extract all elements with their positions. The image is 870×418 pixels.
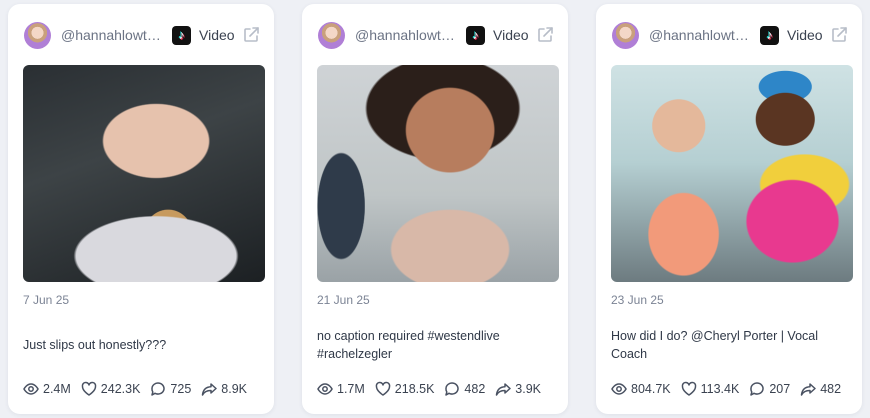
author-handle[interactable]: @hannahlowth...: [649, 27, 752, 43]
post-card[interactable]: @hannahlowth... ♪ Video 21 Jun 25 no cap…: [302, 4, 568, 414]
card-header: @hannahlowth... ♪ Video: [24, 20, 260, 50]
comments-stat: 207: [749, 381, 790, 397]
tiktok-icon: ♪: [172, 25, 191, 45]
post-caption: no caption required #westendlive #rachel…: [317, 329, 500, 361]
share-icon: [800, 383, 816, 396]
likes-count: 242.3K: [100, 382, 141, 396]
comment-icon: [750, 382, 765, 396]
shares-count: 3.9K: [515, 382, 541, 396]
card-header: @hannahlowth... ♪ Video: [612, 20, 848, 50]
post-type-label: Video: [493, 27, 529, 43]
external-link-icon[interactable]: [536, 26, 554, 44]
video-thumbnail[interactable]: [611, 65, 853, 282]
views-count: 804.7K: [631, 382, 671, 396]
comment-icon: [151, 382, 166, 396]
comment-icon: [445, 382, 460, 396]
tiktok-icon: ♪: [760, 25, 779, 45]
tiktok-icon: ♪: [466, 25, 485, 45]
external-link-icon[interactable]: [830, 26, 848, 44]
post-stats: 804.7K 113.4K 207 482: [611, 380, 852, 398]
avatar[interactable]: [612, 21, 639, 49]
shares-stat: 8.9K: [201, 381, 247, 397]
video-thumbnail[interactable]: [23, 65, 265, 282]
heart-icon: [375, 381, 391, 396]
post-caption: How did I do? @Cheryl Porter | Vocal Coa…: [611, 329, 819, 361]
views-count: 1.7M: [337, 382, 365, 396]
card-header: @hannahlowth... ♪ Video: [318, 20, 554, 50]
post-caption: Just slips out honestly???: [23, 338, 167, 352]
post-date: 23 Jun 25: [611, 293, 664, 307]
comments-stat: 725: [150, 381, 191, 397]
eye-icon: [611, 383, 627, 395]
heart-icon: [681, 381, 696, 396]
shares-count: 482: [820, 382, 842, 396]
post-type-label: Video: [199, 27, 235, 43]
likes-stat: 113.4K: [681, 381, 740, 397]
author-handle[interactable]: @hannahlowth...: [355, 27, 458, 43]
post-card[interactable]: @hannahlowth... ♪ Video 7 Jun 25 Just sl…: [8, 4, 274, 414]
video-thumbnail[interactable]: [317, 65, 559, 282]
likes-count: 218.5K: [394, 382, 435, 396]
avatar[interactable]: [24, 21, 51, 49]
shares-stat: 3.9K: [495, 381, 541, 397]
post-date: 21 Jun 25: [317, 293, 370, 307]
likes-stat: 242.3K: [81, 381, 141, 397]
avatar[interactable]: [318, 21, 345, 49]
post-stats: 2.4M 242.3K 725 8.9K: [23, 380, 264, 398]
comments-count: 482: [464, 382, 486, 396]
views-stat: 2.4M: [23, 381, 71, 397]
external-link-icon[interactable]: [242, 26, 260, 44]
comments-count: 725: [170, 382, 192, 396]
views-stat: 1.7M: [317, 381, 365, 397]
share-icon: [202, 383, 218, 396]
share-icon: [496, 383, 512, 396]
likes-stat: 218.5K: [375, 381, 435, 397]
shares-stat: 482: [800, 381, 841, 397]
author-handle[interactable]: @hannahlowth...: [61, 27, 164, 43]
views-stat: 804.7K: [611, 381, 671, 397]
post-card[interactable]: @hannahlowth... ♪ Video 23 Jun 25 How di…: [596, 4, 862, 414]
post-type-label: Video: [787, 27, 823, 43]
eye-icon: [23, 383, 39, 395]
likes-count: 113.4K: [700, 382, 740, 396]
post-stats: 1.7M 218.5K 482 3.9K: [317, 380, 558, 398]
comments-count: 207: [769, 382, 791, 396]
heart-icon: [81, 381, 97, 396]
comments-stat: 482: [444, 381, 485, 397]
shares-count: 8.9K: [221, 382, 247, 396]
eye-icon: [317, 383, 333, 395]
views-count: 2.4M: [43, 382, 71, 396]
post-date: 7 Jun 25: [23, 293, 70, 307]
